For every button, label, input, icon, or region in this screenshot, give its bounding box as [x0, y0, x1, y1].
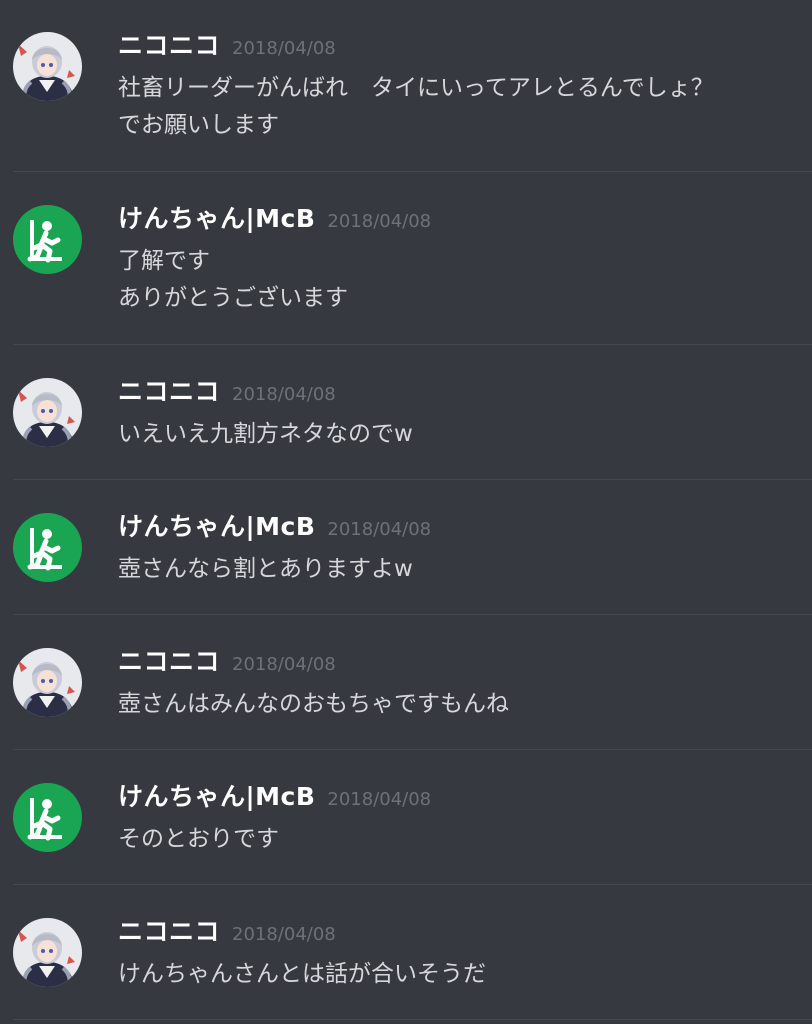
author-name[interactable]: ニコニコ — [118, 372, 220, 408]
message-divider — [13, 171, 812, 172]
message-line: けんちゃんさんとは話が合いそうだ — [118, 961, 486, 987]
message-line: 壺さんなら割とありますよw — [118, 556, 413, 582]
author-name[interactable]: ニコニコ — [118, 642, 220, 678]
message-line: 壺さんはみんなのおもちゃですもんね — [118, 691, 509, 717]
message-divider — [13, 614, 812, 615]
message-line: そのとおりです — [118, 826, 279, 852]
message-header: けんちゃん|McB 2018/04/08 — [118, 199, 431, 239]
message-line: ありがとうございます — [118, 285, 348, 311]
author-name[interactable]: ニコニコ — [118, 26, 220, 62]
message-text: けんちゃんさんとは話が合いそうだ — [118, 956, 486, 993]
message-divider — [13, 1019, 812, 1020]
anime-girl-avatar-icon — [13, 378, 82, 447]
user-avatar-ken[interactable] — [13, 783, 82, 852]
author-name[interactable]: けんちゃん|McB — [118, 199, 315, 235]
message-header: けんちゃん|McB 2018/04/08 — [118, 777, 431, 817]
message-divider — [13, 479, 812, 480]
author-name[interactable]: ニコニコ — [118, 912, 220, 948]
message-line: 了解です — [118, 248, 210, 274]
message-text: 壺さんはみんなのおもちゃですもんね — [118, 686, 509, 723]
timestamp: 2018/04/08 — [232, 654, 336, 675]
message-line: 社畜リーダーがんばれ タイにいってアレとるんでしょ？ — [118, 75, 714, 101]
message-line: でお願いします — [118, 112, 279, 138]
message-header: ニコニコ 2018/04/08 — [118, 372, 336, 412]
message-line: いえいえ九割方ネタなのでw — [118, 421, 413, 447]
message-header: ニコニコ 2018/04/08 — [118, 26, 336, 66]
emergency-exit-avatar-icon — [13, 783, 82, 852]
timestamp: 2018/04/08 — [232, 924, 336, 945]
anime-girl-avatar-icon — [13, 648, 82, 717]
anime-girl-avatar-icon — [13, 32, 82, 101]
timestamp: 2018/04/08 — [327, 789, 432, 810]
user-avatar-nico[interactable] — [13, 32, 82, 101]
message-header: ニコニコ 2018/04/08 — [118, 642, 336, 682]
message-text: 了解です ありがとうございます — [118, 243, 348, 317]
timestamp: 2018/04/08 — [327, 519, 432, 540]
emergency-exit-avatar-icon — [13, 513, 82, 582]
message-text: そのとおりです — [118, 821, 279, 858]
user-avatar-nico[interactable] — [13, 918, 82, 987]
message-divider — [13, 884, 812, 885]
anime-girl-avatar-icon — [13, 918, 82, 987]
message-text: 壺さんなら割とありますよw — [118, 551, 413, 588]
message-text: 社畜リーダーがんばれ タイにいってアレとるんでしょ？ でお願いします — [118, 70, 714, 144]
user-avatar-nico[interactable] — [13, 648, 82, 717]
message-divider — [13, 749, 812, 750]
user-avatar-ken[interactable] — [13, 205, 82, 274]
timestamp: 2018/04/08 — [327, 211, 432, 232]
chat-log: ニコニコ 2018/04/08 社畜リーダーがんばれ タイにいってアレとるんでし… — [0, 0, 812, 1024]
message-text: いえいえ九割方ネタなのでw — [118, 416, 413, 453]
timestamp: 2018/04/08 — [232, 38, 336, 59]
author-name[interactable]: けんちゃん|McB — [118, 507, 315, 543]
emergency-exit-avatar-icon — [13, 205, 82, 274]
message-header: ニコニコ 2018/04/08 — [118, 912, 336, 952]
timestamp: 2018/04/08 — [232, 384, 336, 405]
author-name[interactable]: けんちゃん|McB — [118, 777, 315, 813]
message-divider — [13, 344, 812, 345]
message-header: けんちゃん|McB 2018/04/08 — [118, 507, 431, 547]
user-avatar-nico[interactable] — [13, 378, 82, 447]
user-avatar-ken[interactable] — [13, 513, 82, 582]
